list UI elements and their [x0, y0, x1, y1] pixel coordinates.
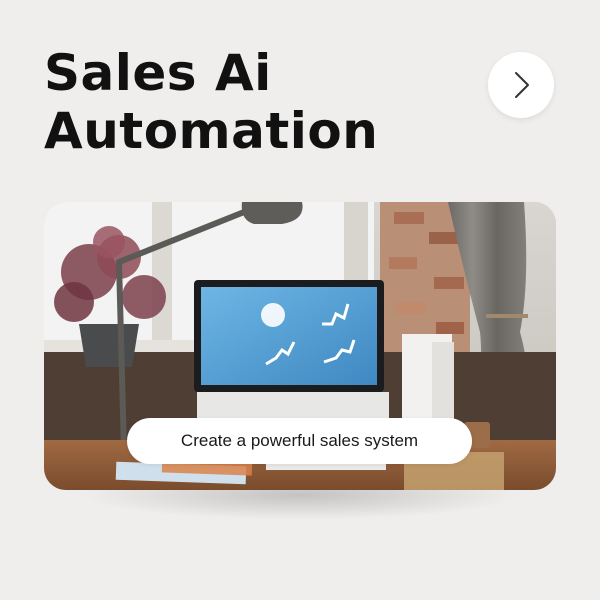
monitor	[194, 280, 389, 418]
next-button[interactable]	[488, 52, 554, 118]
title-line-2: Automation	[44, 102, 379, 160]
page-title: Sales Ai Automation	[44, 44, 378, 160]
caption-text: Create a powerful sales system	[180, 431, 419, 450]
chevron-right-icon	[515, 72, 529, 98]
caption-pill: Create a powerful sales system	[127, 418, 472, 464]
title-line-1: Sales Ai	[44, 44, 272, 102]
